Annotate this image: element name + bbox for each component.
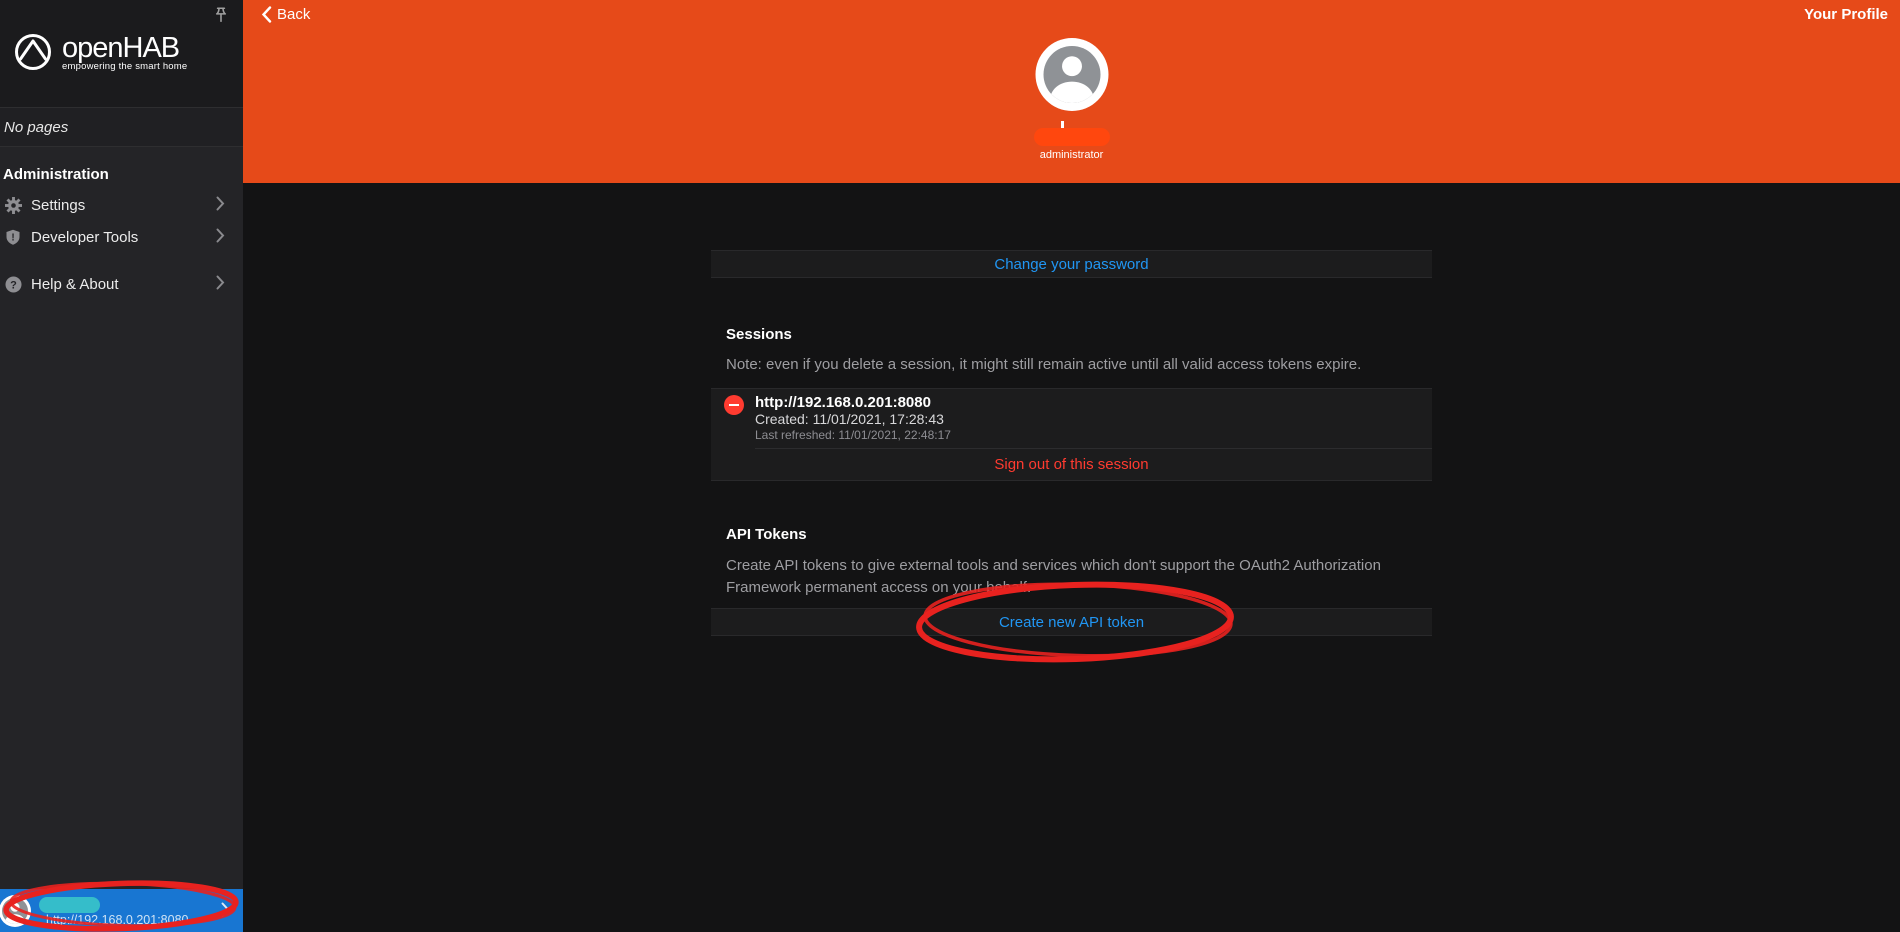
- question-glyph: ?: [10, 279, 17, 291]
- account-avatar: [0, 895, 31, 927]
- sidebar-item-label: Developer Tools: [31, 229, 138, 246]
- redacted-username-pill: [39, 897, 100, 913]
- create-api-token-button[interactable]: Create new API token: [711, 608, 1432, 636]
- session-created: Created: 11/01/2021, 17:28:43: [755, 411, 1417, 428]
- account-bar[interactable]: http://192.168.0.201:8080: [0, 889, 243, 932]
- chevron-left-icon: [261, 6, 272, 23]
- profile-content: Change your password Sessions Note: even…: [711, 250, 1432, 636]
- chevron-right-icon: [216, 228, 225, 247]
- app-tagline: empowering the smart home: [62, 61, 187, 72]
- exclamation-glyph: !: [11, 232, 14, 243]
- shield-icon: !: [4, 228, 22, 246]
- sidebar-item-label: Help & About: [31, 276, 119, 293]
- back-button[interactable]: Back: [261, 6, 310, 23]
- change-password-label: Change your password: [994, 256, 1148, 273]
- chevron-right-icon: [216, 275, 225, 294]
- sidebar-item-developer-tools[interactable]: ! Developer Tools: [0, 221, 243, 253]
- session-last-refreshed: Last refreshed: 11/01/2021, 22:48:17: [755, 428, 1417, 443]
- sign-out-session-button[interactable]: Sign out of this session: [711, 449, 1432, 480]
- no-pages-label: No pages: [0, 108, 243, 147]
- change-password-button[interactable]: Change your password: [711, 250, 1432, 278]
- gear-icon: [4, 196, 22, 214]
- pin-icon[interactable]: [212, 5, 230, 25]
- profile-avatar: [1035, 38, 1108, 111]
- sidebar: openHAB empowering the smart home No pag…: [0, 0, 243, 932]
- person-icon: [1043, 46, 1100, 103]
- sidebar-item-help-about[interactable]: ? Help & About: [0, 268, 243, 300]
- api-tokens-title: API Tokens: [726, 525, 1417, 545]
- redaction-artifact: [1061, 121, 1064, 128]
- account-server-url: http://192.168.0.201:8080: [46, 913, 189, 927]
- sidebar-item-settings[interactable]: Settings: [0, 189, 243, 221]
- openhab-wordmark: openHAB empowering the smart home: [62, 33, 187, 72]
- role-label: administrator: [1040, 149, 1104, 161]
- page-title: Your Profile: [1804, 6, 1888, 23]
- main-area: Back Your Profile administrator Change y…: [243, 0, 1900, 932]
- sign-out-label: Sign out of this session: [994, 456, 1148, 473]
- session-url: http://192.168.0.201:8080: [755, 394, 1417, 411]
- sidebar-section-title: Administration: [0, 147, 243, 189]
- delete-session-icon[interactable]: [724, 395, 744, 415]
- profile-header: Back Your Profile administrator: [243, 0, 1900, 183]
- chevron-right-icon: [216, 196, 225, 215]
- app-name: openHAB: [62, 33, 187, 63]
- create-api-token-label: Create new API token: [999, 614, 1144, 631]
- sidebar-item-label: Settings: [31, 197, 85, 214]
- back-label: Back: [277, 6, 310, 23]
- question-icon: ?: [4, 275, 22, 293]
- openhab-logo-icon: [12, 28, 54, 77]
- api-tokens-description: Create API tokens to give external tools…: [726, 555, 1417, 599]
- openhab-logo: openHAB empowering the smart home: [12, 28, 187, 77]
- redacted-username-pill: [1034, 128, 1110, 146]
- chevron-right-icon: [221, 902, 230, 922]
- sessions-note: Note: even if you delete a session, it m…: [726, 355, 1417, 375]
- session-item: http://192.168.0.201:8080 Created: 11/01…: [711, 389, 1432, 448]
- sidebar-header: openHAB empowering the smart home: [0, 0, 243, 108]
- session-card: http://192.168.0.201:8080 Created: 11/01…: [711, 388, 1432, 481]
- sessions-title: Sessions: [726, 325, 1417, 345]
